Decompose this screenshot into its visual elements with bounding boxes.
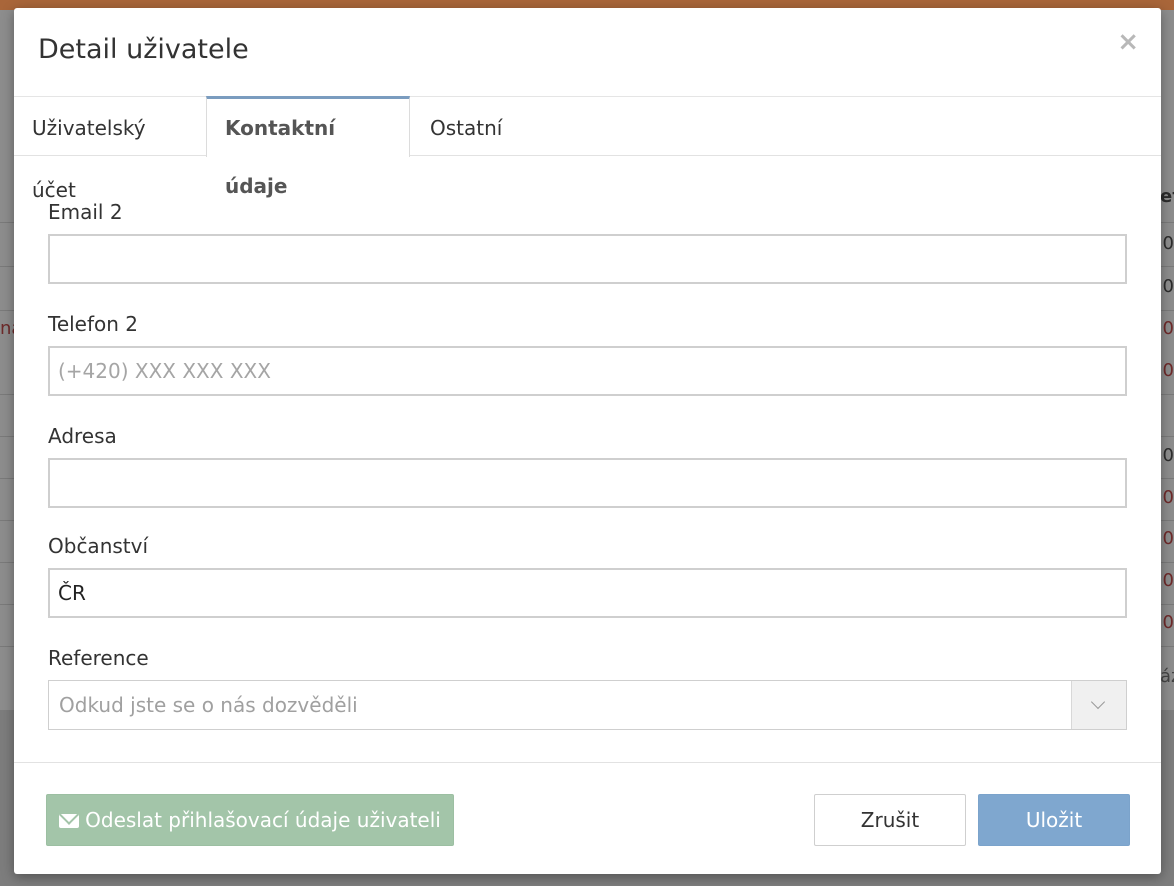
address-label: Adresa	[48, 424, 117, 448]
cancel-button[interactable]: Zrušit	[814, 794, 966, 846]
dropdown-toggle[interactable]	[1071, 681, 1126, 729]
background-edge-text: na	[0, 318, 14, 339]
send-credentials-button[interactable]: Odeslat přihlašovací údaje uživateli	[46, 794, 454, 846]
background-edge-text: 0	[1162, 487, 1174, 508]
tab-bar: Uživatelský účet Kontaktní údaje Ostatní	[14, 96, 1161, 202]
reference-placeholder: Odkud jste se o nás dozvěděli	[59, 693, 358, 717]
reference-label: Reference	[48, 646, 149, 670]
phone2-field[interactable]	[48, 346, 1127, 396]
chevron-down-icon	[1090, 694, 1106, 710]
modal-title: Detail uživatele	[38, 34, 249, 65]
background-edge-text: 0	[1162, 612, 1174, 633]
user-detail-modal: Detail uživatele × Uživatelský účet Kont…	[14, 8, 1161, 874]
reference-select[interactable]: Odkud jste se o nás dozvěděli	[48, 680, 1127, 730]
background-edge-text: 0	[1162, 276, 1174, 297]
modal-footer: Odeslat přihlašovací údaje uživateli Zru…	[14, 763, 1161, 874]
citizenship-field[interactable]	[48, 568, 1127, 618]
save-button[interactable]: Uložit	[978, 794, 1130, 846]
email2-field[interactable]	[48, 234, 1127, 284]
background-edge-text: 0	[1162, 528, 1174, 549]
tab-contact-details[interactable]: Kontaktní údaje	[206, 96, 410, 198]
background-edge-text: 0	[1162, 445, 1174, 466]
tab-other[interactable]: Ostatní	[412, 97, 522, 157]
envelope-icon	[59, 814, 80, 828]
citizenship-label: Občanství	[48, 534, 149, 558]
phone2-label: Telefon 2	[48, 312, 139, 336]
modal-header: Detail uživatele ×	[14, 8, 1161, 96]
background-edge-text: 0	[1162, 233, 1174, 254]
background-edge-text: 0	[1162, 360, 1174, 381]
background-edge-text: 0	[1162, 570, 1174, 591]
close-icon[interactable]: ×	[1117, 28, 1139, 56]
address-field[interactable]	[48, 458, 1127, 508]
send-credentials-label: Odeslat přihlašovací údaje uživateli	[85, 808, 441, 832]
modal-body: Email 2 Telefon 2 Adresa Občanství Refer…	[14, 156, 1161, 763]
email2-label: Email 2	[48, 200, 123, 224]
background-edge-text: ef	[1160, 186, 1174, 207]
background-edge-text: 0	[1162, 318, 1174, 339]
tab-user-account[interactable]: Uživatelský účet	[14, 97, 206, 202]
background-edge-text: áz	[1160, 666, 1174, 687]
